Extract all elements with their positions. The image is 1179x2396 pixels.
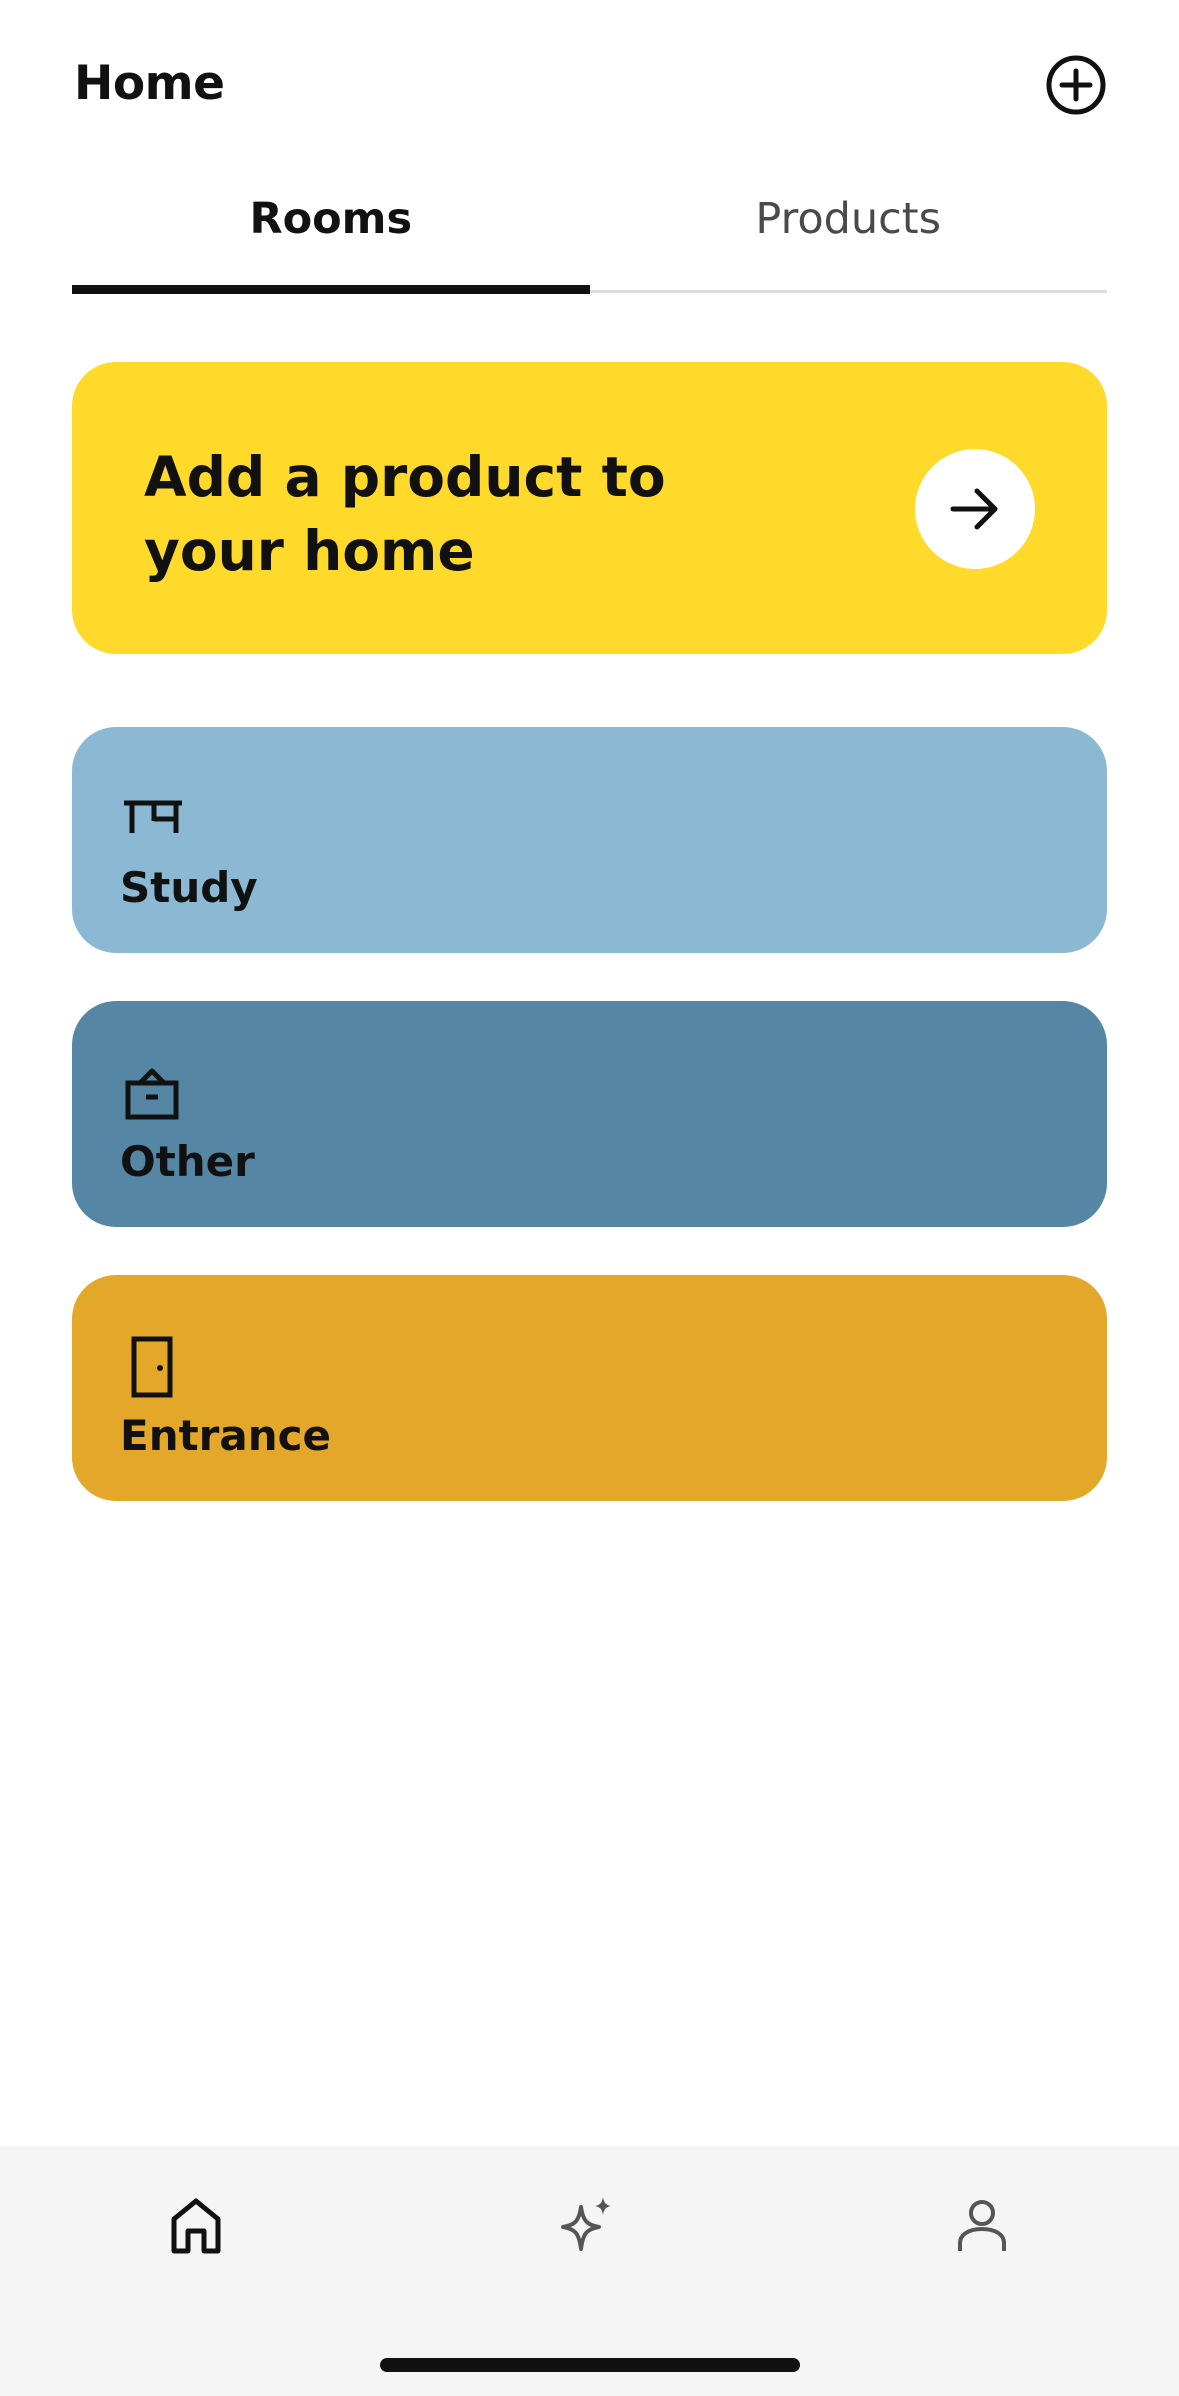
header: Home	[72, 48, 1107, 120]
home-indicator	[380, 2358, 800, 2372]
tab-products[interactable]: Products	[590, 170, 1108, 290]
page-title: Home	[74, 56, 225, 111]
tab-bar: Rooms Products	[72, 170, 1108, 294]
box-icon	[120, 1061, 184, 1125]
add-product-text: Add a product to your home	[144, 445, 666, 583]
door-icon	[120, 1335, 184, 1399]
add-button[interactable]	[1045, 54, 1107, 116]
person-icon	[958, 2200, 1006, 2251]
nav-home[interactable]	[141, 2170, 251, 2280]
desk-icon	[120, 787, 184, 851]
room-card-other[interactable]: Other	[72, 1001, 1107, 1227]
room-label-other: Other	[120, 1137, 255, 1186]
tab-rooms[interactable]: Rooms	[72, 170, 590, 294]
home-icon	[171, 2198, 221, 2254]
nav-inspiration[interactable]	[532, 2170, 642, 2280]
room-label-entrance: Entrance	[120, 1411, 332, 1460]
plus-circle-icon	[1046, 55, 1106, 115]
bottom-nav	[0, 2146, 1179, 2396]
sparkle-icon	[561, 2197, 611, 2251]
add-product-card[interactable]: Add a product to your home	[72, 362, 1107, 654]
room-label-study: Study	[120, 863, 258, 912]
room-card-entrance[interactable]: Entrance	[72, 1275, 1107, 1501]
room-card-study[interactable]: Study	[72, 727, 1107, 953]
arrow-right-icon	[950, 488, 998, 530]
nav-profile[interactable]	[927, 2170, 1037, 2280]
add-product-arrow-button[interactable]	[915, 449, 1035, 569]
